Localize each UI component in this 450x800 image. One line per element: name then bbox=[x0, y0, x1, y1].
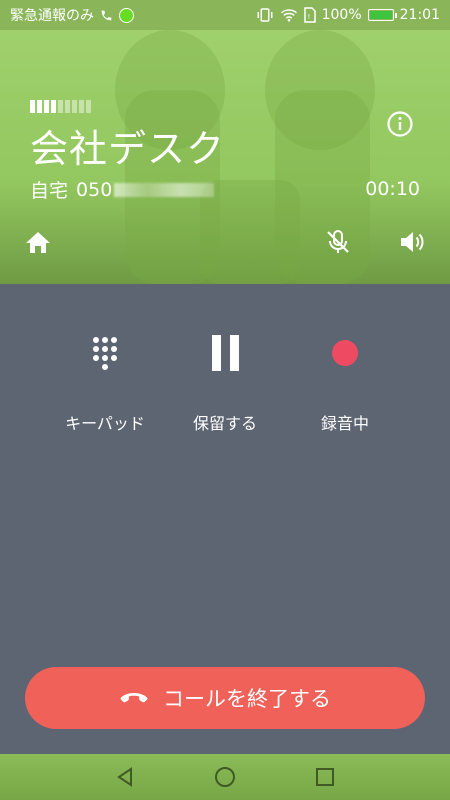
status-bar: 緊急通報のみ ! 100% 21:01 bbox=[0, 0, 450, 30]
info-icon[interactable] bbox=[386, 110, 414, 138]
record-label: 録音中 bbox=[320, 414, 369, 433]
hangup-icon bbox=[120, 693, 148, 703]
hold-label: 保留する bbox=[192, 414, 257, 433]
sim-icon: ! bbox=[303, 7, 316, 23]
call-header: 会社デスク 自宅 050 00:10 bbox=[0, 30, 450, 284]
home-icon[interactable] bbox=[24, 228, 52, 256]
battery-icon bbox=[367, 9, 397, 21]
number-prefix: 050 bbox=[76, 178, 113, 201]
status-right: ! 100% 21:01 bbox=[256, 7, 440, 23]
keypad-button[interactable]: キーパッド bbox=[45, 284, 165, 434]
vibrate-icon bbox=[257, 8, 273, 22]
contact-name: 会社デスク bbox=[30, 127, 226, 171]
green-dot-icon bbox=[119, 7, 134, 23]
call-timer: 00:10 bbox=[365, 178, 420, 200]
status-time: 21:01 bbox=[399, 7, 440, 23]
record-icon bbox=[332, 340, 358, 366]
end-call-button[interactable]: コールを終了する bbox=[25, 667, 425, 729]
number-label: 自宅 bbox=[30, 180, 69, 202]
hold-button[interactable]: 保留する bbox=[165, 284, 285, 434]
contact-number-row: 自宅 050 bbox=[30, 176, 215, 203]
home-nav-button[interactable] bbox=[210, 762, 240, 792]
wifi-icon bbox=[280, 9, 297, 22]
system-nav-bar bbox=[0, 754, 450, 800]
status-carrier-text: 緊急通報のみ bbox=[10, 8, 94, 24]
back-icon bbox=[117, 767, 132, 787]
speaker-icon[interactable] bbox=[398, 228, 426, 256]
home-circle-icon bbox=[215, 767, 235, 787]
recents-icon bbox=[316, 768, 334, 786]
record-button[interactable]: 録音中 bbox=[285, 284, 405, 434]
phone-icon bbox=[101, 10, 112, 20]
status-left: 緊急通報のみ bbox=[10, 5, 134, 25]
keypad-icon bbox=[93, 336, 117, 370]
battery-percent: 100% bbox=[321, 7, 362, 23]
recents-button[interactable] bbox=[310, 762, 340, 792]
pause-icon bbox=[211, 335, 239, 371]
svg-text:!: ! bbox=[307, 13, 310, 21]
call-signal-bars bbox=[30, 100, 91, 113]
end-call-label: コールを終了する bbox=[163, 687, 331, 711]
back-button[interactable] bbox=[110, 762, 140, 792]
keypad-label: キーパッド bbox=[65, 414, 145, 433]
number-redacted bbox=[114, 182, 215, 197]
mic-off-icon[interactable] bbox=[324, 228, 352, 256]
